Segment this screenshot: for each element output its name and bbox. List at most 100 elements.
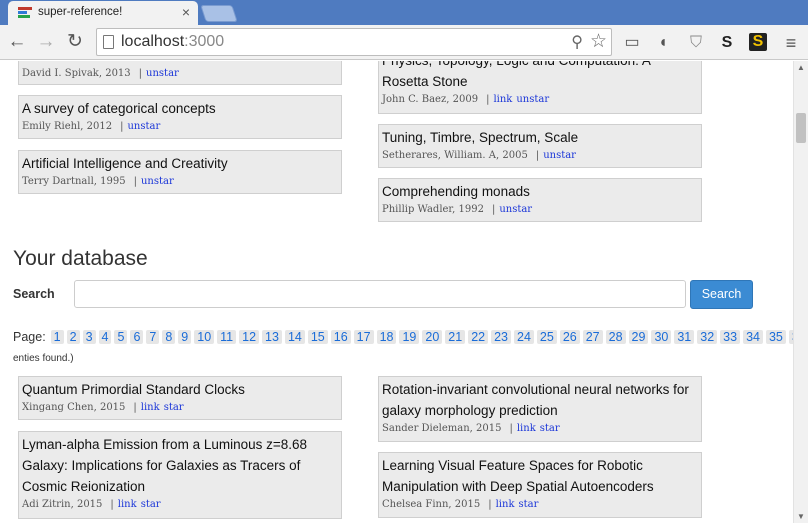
audio-icon[interactable]: ◖ <box>653 33 673 53</box>
star-link[interactable]: star <box>540 423 560 434</box>
search-input[interactable] <box>74 280 686 308</box>
tab-title: super-reference! <box>38 6 123 18</box>
scroll-down-icon[interactable]: ▼ <box>797 512 805 521</box>
page-link[interactable]: 16 <box>330 330 351 344</box>
paper-card: Learning Visual Feature Spaces for Robot… <box>378 452 702 518</box>
paper-title: A survey of categorical concepts <box>22 101 216 116</box>
page-link[interactable]: 27 <box>582 330 603 344</box>
unstar-link[interactable]: unstar <box>543 150 576 161</box>
scroll-up-icon[interactable]: ▲ <box>797 63 805 72</box>
page-link[interactable]: 20 <box>422 330 443 344</box>
paper-title: Artificial Intelligence and Creativity <box>22 156 228 171</box>
page-link[interactable]: 9 <box>178 330 192 344</box>
shield-icon[interactable]: ⛉ <box>686 33 706 53</box>
page-link[interactable]: 11 <box>217 330 237 344</box>
page-link[interactable]: 17 <box>353 330 374 344</box>
page-link[interactable]: 13 <box>262 330 282 344</box>
url-text: localhost:3000 <box>121 33 224 51</box>
paper-link[interactable]: link <box>517 423 536 434</box>
extension-sp-icon[interactable]: S <box>749 33 767 51</box>
paper-title <box>22 61 338 62</box>
cast-icon[interactable]: ▭ <box>622 33 642 53</box>
page-link[interactable]: 18 <box>376 330 397 344</box>
page-link[interactable]: 23 <box>491 330 512 344</box>
browser-tab[interactable]: super-reference! × <box>8 1 198 25</box>
page-link[interactable]: 28 <box>605 330 626 344</box>
paper-meta: David I. Spivak, 2013 | unstar <box>22 68 179 79</box>
unstar-link[interactable]: unstar <box>141 176 174 187</box>
page-link[interactable]: 24 <box>514 330 534 344</box>
page-link[interactable]: 5 <box>114 330 128 344</box>
unstar-link[interactable]: unstar <box>146 68 179 79</box>
unstar-link[interactable]: unstar <box>127 121 160 132</box>
page-link[interactable]: 19 <box>399 330 420 344</box>
star-link[interactable]: star <box>141 499 161 510</box>
page-link[interactable]: 30 <box>651 330 672 344</box>
page-link[interactable]: 12 <box>239 330 260 344</box>
paper-link[interactable]: link <box>141 402 160 413</box>
paper-meta: Chelsea Finn, 2015 | link star <box>382 499 539 510</box>
unstar-link[interactable]: unstar <box>499 204 532 215</box>
page-viewport: David I. Spivak, 2013|unstar Physics, To… <box>0 61 793 523</box>
forward-icon[interactable]: → <box>36 32 56 52</box>
paper-author: Sander Dieleman <box>382 423 470 434</box>
new-tab-button[interactable] <box>200 5 238 22</box>
paper-link[interactable]: link <box>496 499 515 510</box>
page-link[interactable]: 26 <box>559 330 580 344</box>
menu-icon[interactable]: ≡ <box>781 33 801 53</box>
paper-year: 1992 <box>458 204 484 215</box>
extension-s-icon[interactable]: S <box>717 33 737 53</box>
page-link[interactable]: 25 <box>536 330 557 344</box>
back-icon[interactable]: ← <box>7 32 27 52</box>
page-link[interactable]: 21 <box>445 330 466 344</box>
page-link[interactable]: 3 <box>82 330 96 344</box>
page-link[interactable]: 7 <box>146 330 160 344</box>
favicon-icon <box>18 7 32 19</box>
paper-year: 2009 <box>452 94 479 105</box>
paper-card: A survey of categorical concepts Emily R… <box>18 95 342 139</box>
page-link[interactable]: 22 <box>468 330 489 344</box>
page-link[interactable]: 14 <box>284 330 305 344</box>
paper-title: Rotation-invariant convolutional neural … <box>382 382 689 418</box>
scroll-thumb[interactable] <box>796 113 806 143</box>
reload-icon[interactable]: ↻ <box>65 32 85 52</box>
paper-link[interactable]: link <box>493 94 512 105</box>
unstar-link[interactable]: unstar <box>516 94 549 105</box>
paper-card: David I. Spivak, 2013 | unstar <box>18 61 342 85</box>
paper-link[interactable]: link <box>118 499 137 510</box>
zoom-icon[interactable]: ⚲ <box>571 32 583 52</box>
page-link[interactable]: 34 <box>743 330 763 344</box>
paper-meta: Phillip Wadler, 1992 | unstar <box>382 204 533 215</box>
paper-year: 2005 <box>502 150 528 161</box>
paper-meta: Xingang Chen, 2015 | link star <box>22 402 184 413</box>
star-link[interactable]: star <box>164 402 184 413</box>
paper-card: Rotation-invariant convolutional neural … <box>378 376 702 442</box>
star-icon[interactable]: ☆ <box>590 30 607 53</box>
page-link[interactable]: 2 <box>66 330 80 344</box>
page-link[interactable]: 6 <box>130 330 144 344</box>
page-scrollbar[interactable]: ▲ ▼ <box>793 61 808 523</box>
page-link[interactable]: 32 <box>697 330 718 344</box>
browser-toolbar: ← → ↻ localhost:3000 ⚲ ☆ ▭ ◖ ⛉ S S ≡ <box>0 25 808 60</box>
page-link[interactable]: 1 <box>50 330 64 344</box>
paper-card: Comprehending monads Phillip Wadler, 199… <box>378 178 702 222</box>
paper-year: 1995 <box>100 176 126 187</box>
page-link[interactable]: 15 <box>307 330 328 344</box>
page-link[interactable]: 4 <box>98 330 112 344</box>
star-link[interactable]: star <box>519 499 539 510</box>
paper-year: 2015 <box>99 402 126 413</box>
page-link[interactable]: 31 <box>674 330 695 344</box>
page-link[interactable]: 10 <box>194 330 215 344</box>
paper-year: 2015 <box>454 499 481 510</box>
paper-card: Tuning, Timbre, Spectrum, Scale Setherar… <box>378 124 702 168</box>
paper-year: 2012 <box>86 121 113 132</box>
address-bar[interactable]: localhost:3000 ⚲ ☆ <box>96 28 612 56</box>
page-link[interactable]: 29 <box>628 330 649 344</box>
page-link[interactable]: 8 <box>162 330 176 344</box>
search-button[interactable]: Search <box>690 280 753 309</box>
page-link[interactable]: 35 <box>765 330 786 344</box>
paper-title: Physics, Topology, Logic and Computation… <box>382 61 650 89</box>
paper-year: 2015 <box>476 423 502 434</box>
close-tab-icon[interactable]: × <box>182 4 190 20</box>
page-link[interactable]: 33 <box>720 330 741 344</box>
